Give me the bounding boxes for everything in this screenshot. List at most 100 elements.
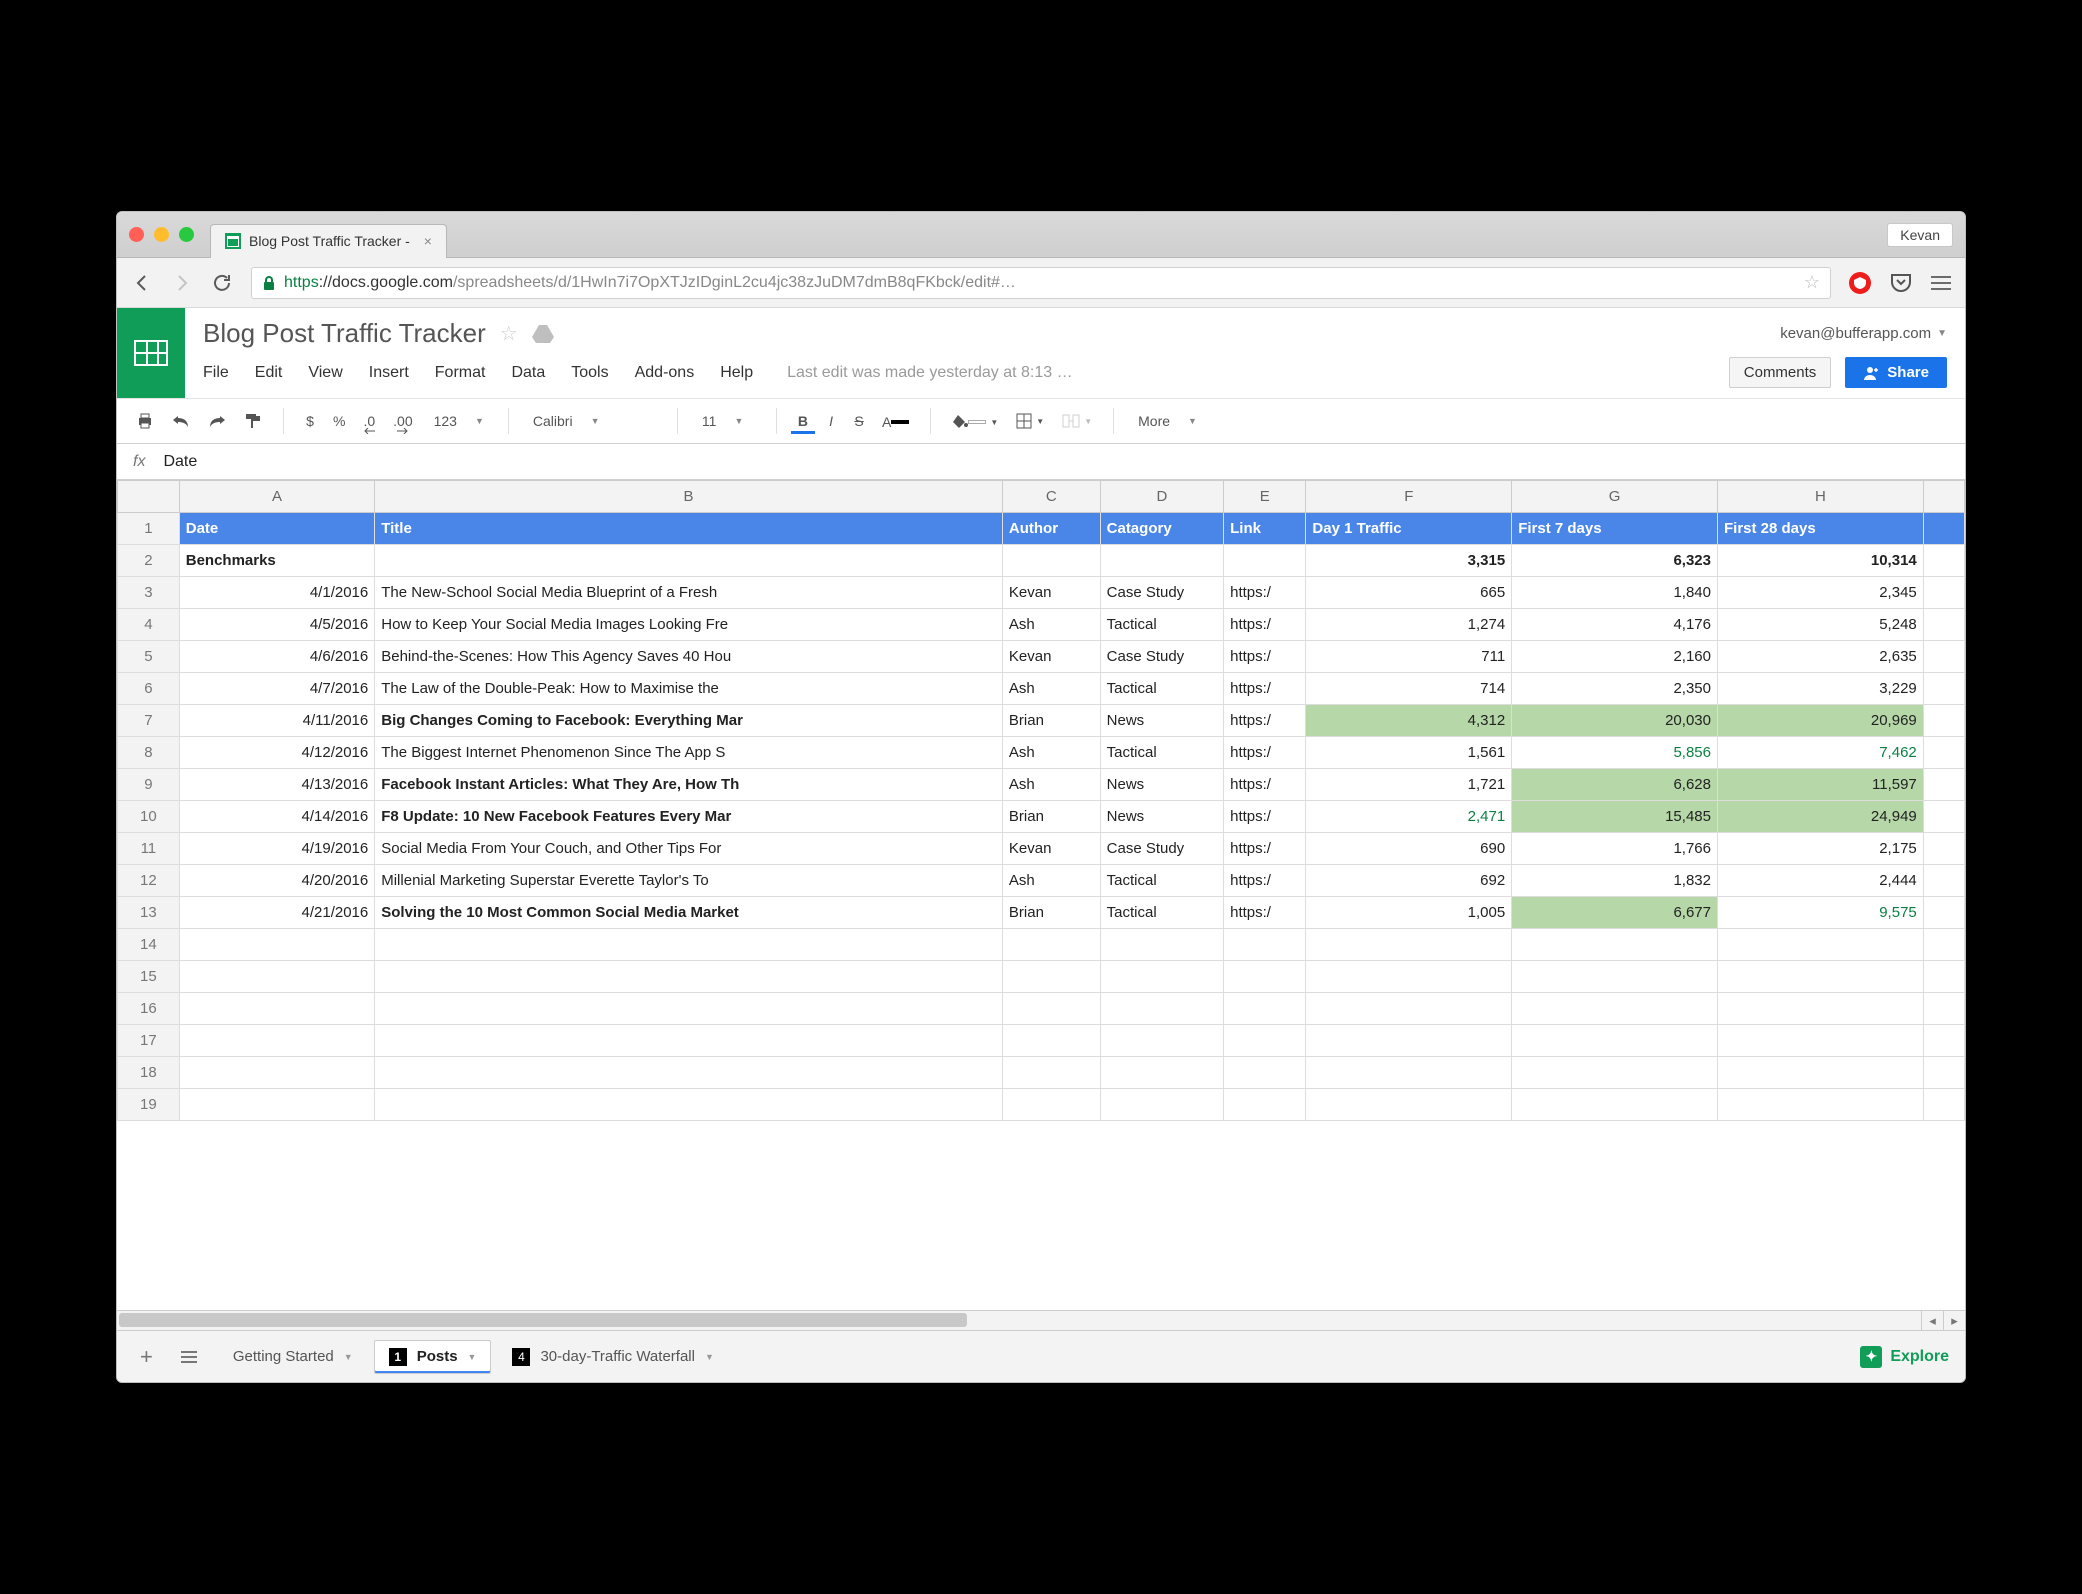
cell-d28[interactable]: 5,248 (1717, 609, 1923, 641)
cell-link[interactable]: https:/ (1224, 769, 1306, 801)
cell-d28[interactable]: 9,575 (1717, 897, 1923, 929)
percent-button[interactable]: % (326, 409, 352, 433)
cell-title[interactable]: The Law of the Double-Peak: How to Maxim… (375, 673, 1003, 705)
cell-title[interactable]: Millenial Marketing Superstar Everette T… (375, 865, 1003, 897)
bookmark-star-icon[interactable]: ☆ (1804, 272, 1820, 293)
cell-d7[interactable]: 1,832 (1512, 865, 1718, 897)
currency-button[interactable]: $ (298, 409, 322, 433)
cell[interactable]: Benchmarks (179, 545, 375, 577)
cell-author[interactable]: Brian (1002, 897, 1100, 929)
cell-author[interactable]: Ash (1002, 673, 1100, 705)
column-header[interactable]: D (1100, 481, 1223, 513)
header-cell[interactable]: First 28 days (1717, 513, 1923, 545)
menu-insert[interactable]: Insert (369, 364, 409, 382)
column-header[interactable]: E (1224, 481, 1306, 513)
sheet-tab[interactable]: Getting Started▼ (218, 1340, 368, 1374)
cell-day1[interactable]: 714 (1306, 673, 1512, 705)
sheet-tab[interactable]: 430-day-Traffic Waterfall▼ (497, 1340, 728, 1374)
column-header[interactable]: B (375, 481, 1003, 513)
cell-category[interactable]: News (1100, 801, 1223, 833)
cell-day1[interactable]: 1,721 (1306, 769, 1512, 801)
cell-d7[interactable]: 6,677 (1512, 897, 1718, 929)
print-icon[interactable] (129, 408, 161, 434)
add-sheet-button[interactable]: + (133, 1340, 160, 1374)
cell-category[interactable]: News (1100, 705, 1223, 737)
cell-link[interactable]: https:/ (1224, 705, 1306, 737)
cell-category[interactable]: Case Study (1100, 577, 1223, 609)
cell-category[interactable]: Case Study (1100, 641, 1223, 673)
cell-d7[interactable]: 1,840 (1512, 577, 1718, 609)
close-window-button[interactable] (129, 227, 144, 242)
cell-link[interactable]: https:/ (1224, 609, 1306, 641)
cell-d7[interactable]: 4,176 (1512, 609, 1718, 641)
cell-day1[interactable]: 1,005 (1306, 897, 1512, 929)
header-cell[interactable]: Day 1 Traffic (1306, 513, 1512, 545)
column-header[interactable]: F (1306, 481, 1512, 513)
column-header[interactable]: A (179, 481, 375, 513)
cell-d28[interactable]: 7,462 (1717, 737, 1923, 769)
strikethrough-button[interactable]: S (847, 409, 871, 433)
spreadsheet-grid[interactable]: ABCDEFGH1DateTitleAuthorCatagoryLinkDay … (117, 480, 1965, 1310)
cell-date[interactable]: 4/7/2016 (179, 673, 375, 705)
bold-button[interactable]: B (791, 409, 815, 434)
cell-day1[interactable]: 4,312 (1306, 705, 1512, 737)
cell-day1[interactable]: 711 (1306, 641, 1512, 673)
comments-button[interactable]: Comments (1729, 357, 1832, 388)
cell-d7[interactable]: 2,350 (1512, 673, 1718, 705)
increase-decimal-button[interactable]: .00 (386, 409, 419, 433)
cell-date[interactable]: 4/14/2016 (179, 801, 375, 833)
undo-icon[interactable] (165, 410, 197, 432)
column-header[interactable] (1923, 481, 1964, 513)
cell-d7[interactable]: 20,030 (1512, 705, 1718, 737)
cell-day1[interactable]: 692 (1306, 865, 1512, 897)
cell-title[interactable]: Facebook Instant Articles: What They Are… (375, 769, 1003, 801)
cell-d7[interactable]: 2,160 (1512, 641, 1718, 673)
header-cell[interactable]: Catagory (1100, 513, 1223, 545)
chevron-down-icon[interactable]: ▼ (468, 1352, 477, 1362)
font-family-menu[interactable]: Calibri▼ (523, 409, 663, 433)
cell-category[interactable]: Tactical (1100, 609, 1223, 641)
cell-link[interactable]: https:/ (1224, 577, 1306, 609)
formula-bar[interactable]: fx Date (117, 444, 1965, 480)
cell-author[interactable]: Ash (1002, 609, 1100, 641)
account-menu[interactable]: kevan@bufferapp.com ▼ (1780, 325, 1947, 342)
cell-d7[interactable]: 5,856 (1512, 737, 1718, 769)
cell-date[interactable]: 4/21/2016 (179, 897, 375, 929)
sheet-tab[interactable]: 1Posts▼ (374, 1340, 492, 1374)
cell-date[interactable]: 4/1/2016 (179, 577, 375, 609)
font-size-menu[interactable]: 11▼ (692, 409, 762, 433)
redo-icon[interactable] (201, 410, 233, 432)
cell-date[interactable]: 4/11/2016 (179, 705, 375, 737)
cell-d28[interactable]: 3,229 (1717, 673, 1923, 705)
menu-edit[interactable]: Edit (255, 364, 283, 382)
reload-button[interactable] (211, 272, 233, 294)
menu-format[interactable]: Format (435, 364, 486, 382)
cell-link[interactable]: https:/ (1224, 641, 1306, 673)
cell-d28[interactable]: 2,444 (1717, 865, 1923, 897)
cell-date[interactable]: 4/5/2016 (179, 609, 375, 641)
chevron-down-icon[interactable]: ▼ (344, 1352, 353, 1362)
header-cell[interactable]: Date (179, 513, 375, 545)
chevron-down-icon[interactable]: ▼ (705, 1352, 714, 1362)
cell-d28[interactable]: 2,345 (1717, 577, 1923, 609)
scroll-left-icon[interactable]: ◂ (1921, 1311, 1943, 1330)
cell-link[interactable]: https:/ (1224, 897, 1306, 929)
cell-title[interactable]: Behind-the-Scenes: How This Agency Saves… (375, 641, 1003, 673)
cell-date[interactable]: 4/12/2016 (179, 737, 375, 769)
fill-color-button[interactable]: ▼ (945, 411, 1005, 431)
minimize-window-button[interactable] (154, 227, 169, 242)
cell-category[interactable]: Tactical (1100, 865, 1223, 897)
cell-title[interactable]: How to Keep Your Social Media Images Loo… (375, 609, 1003, 641)
cell-title[interactable]: Solving the 10 Most Common Social Media … (375, 897, 1003, 929)
cell-category[interactable]: Tactical (1100, 897, 1223, 929)
text-color-button[interactable]: A (875, 410, 916, 432)
close-tab-icon[interactable]: × (424, 233, 432, 249)
cell-date[interactable]: 4/13/2016 (179, 769, 375, 801)
explore-button[interactable]: Explore (1860, 1346, 1949, 1368)
cell-author[interactable]: Brian (1002, 705, 1100, 737)
borders-button[interactable]: ▼ (1009, 409, 1051, 433)
cell-author[interactable]: Kevan (1002, 641, 1100, 673)
decrease-decimal-button[interactable]: .0 (356, 409, 382, 433)
all-sheets-button[interactable] (174, 1347, 204, 1367)
cell-date[interactable]: 4/20/2016 (179, 865, 375, 897)
